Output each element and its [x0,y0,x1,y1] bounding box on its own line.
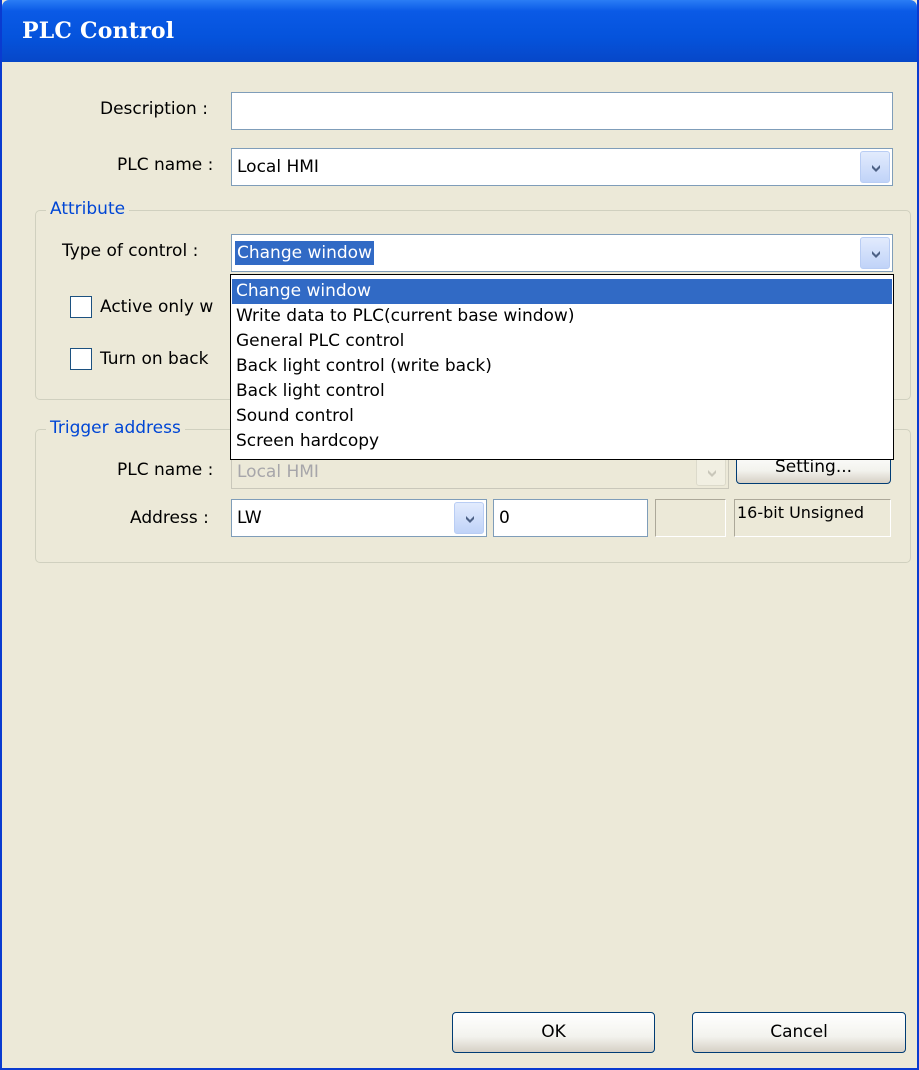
ok-button[interactable]: OK [452,1012,655,1053]
plc-name-label: PLC name : [117,155,214,175]
address-device-value: LW [237,508,262,528]
dropdown-option-screen-hardcopy[interactable]: Screen hardcopy [232,429,892,454]
active-only-checkbox[interactable] [70,296,92,318]
title-bar[interactable]: PLC Control [2,0,917,62]
trigger-address-group-title: Trigger address [46,418,185,438]
address-extra-box [655,499,726,537]
chevron-down-icon [708,470,716,477]
cancel-button[interactable]: Cancel [692,1012,906,1053]
type-of-control-dropdown-list: Change window Write data to PLC(current … [230,274,894,460]
turn-on-back-label: Turn on back [100,349,209,369]
chevron-down-icon [466,516,474,523]
data-format-label: 16-bit Unsigned [734,499,891,537]
plc-name-select[interactable]: Local HMI [231,148,893,186]
dropdown-option-back-light-write-back[interactable]: Back light control (write back) [232,354,892,379]
plc-name-dropdown-button[interactable] [860,151,890,183]
dropdown-option-change-window[interactable]: Change window [232,279,892,304]
dropdown-option-write-data[interactable]: Write data to PLC(current base window) [232,304,892,329]
type-of-control-select[interactable]: Change window [231,234,893,272]
active-only-label: Active only w [100,297,214,317]
address-device-dropdown-button[interactable] [454,502,484,534]
chevron-down-icon [872,251,880,258]
trigger-plc-name-label: PLC name : [117,460,214,480]
dropdown-option-general-plc-control[interactable]: General PLC control [232,329,892,354]
description-label: Description : [100,99,208,119]
type-of-control-dropdown-button[interactable] [860,237,890,269]
type-of-control-label: Type of control : [62,241,199,261]
type-of-control-value: Change window [235,241,374,265]
address-label: Address : [130,508,209,528]
attribute-group-title: Attribute [46,199,130,219]
description-input[interactable] [231,92,893,130]
trigger-plc-dropdown-button[interactable] [696,456,726,486]
dropdown-option-back-light-control[interactable]: Back light control [232,379,892,404]
plc-name-value: Local HMI [237,157,319,177]
turn-on-back-checkbox[interactable] [70,348,92,370]
chevron-down-icon [872,165,880,172]
address-input[interactable]: 0 [493,499,648,537]
address-device-select[interactable]: LW [231,499,487,537]
window-title: PLC Control [22,18,175,44]
plc-control-dialog: PLC Control Description : PLC name : Loc… [0,0,919,1070]
dropdown-option-sound-control[interactable]: Sound control [232,404,892,429]
